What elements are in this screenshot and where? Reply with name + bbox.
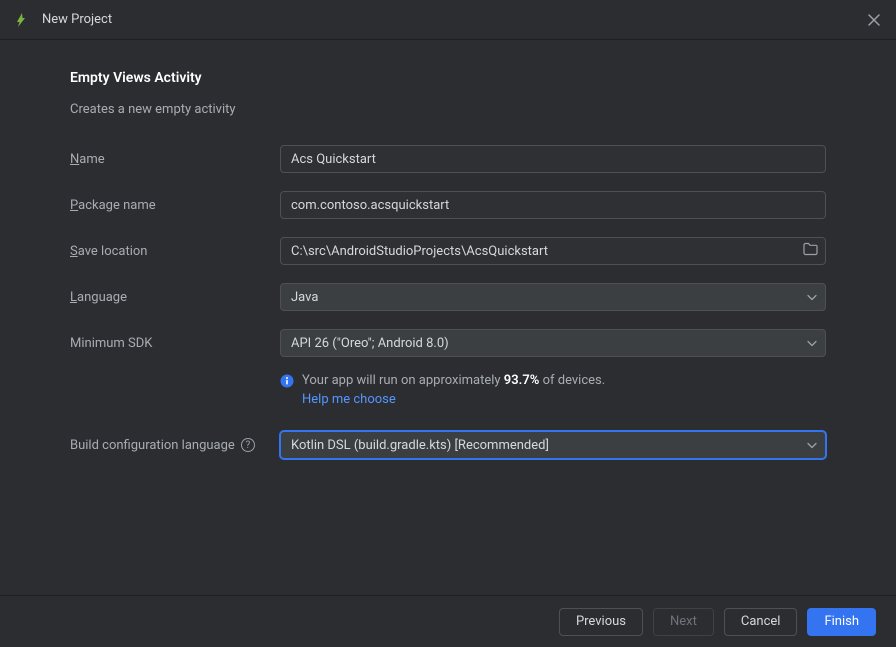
label-package-name: Package name	[70, 198, 280, 213]
chevron-down-icon	[807, 290, 817, 305]
android-studio-icon	[14, 12, 30, 28]
dialog-body: Empty Views Activity Creates a new empty…	[0, 40, 896, 595]
row-language: Language Java	[70, 283, 826, 311]
browse-folder-icon[interactable]	[803, 243, 818, 260]
build-config-language-value: Kotlin DSL (build.gradle.kts) [Recommend…	[291, 438, 549, 453]
save-location-input[interactable]	[280, 237, 826, 265]
chevron-down-icon	[807, 336, 817, 351]
row-name: Name	[70, 145, 826, 173]
row-package-name: Package name	[70, 191, 826, 219]
close-icon[interactable]	[866, 12, 882, 28]
dialog-footer: Previous Next Cancel Finish	[0, 595, 896, 647]
label-name: Name	[70, 152, 280, 167]
package-name-input[interactable]	[280, 191, 826, 219]
info-icon	[280, 374, 294, 392]
cancel-button[interactable]: Cancel	[724, 608, 798, 636]
dialog-window: New Project Empty Views Activity Creates…	[0, 0, 896, 647]
language-value: Java	[291, 290, 318, 305]
name-input[interactable]	[280, 145, 826, 173]
finish-button[interactable]: Finish	[807, 608, 876, 636]
row-save-location: Save location	[70, 237, 826, 265]
label-build-config-language: Build configuration language?	[70, 438, 280, 453]
minimum-sdk-value: API 26 ("Oreo"; Android 8.0)	[291, 336, 449, 351]
row-sdk-info: Your app will run on approximately 93.7%…	[70, 371, 826, 407]
sdk-coverage-text: Your app will run on approximately 93.7%…	[302, 373, 605, 388]
page-subtitle: Creates a new empty activity	[70, 102, 826, 117]
build-config-language-select[interactable]: Kotlin DSL (build.gradle.kts) [Recommend…	[280, 431, 826, 459]
label-minimum-sdk: Minimum SDK	[70, 336, 280, 351]
label-save-location: Save location	[70, 244, 280, 259]
help-me-choose-link[interactable]: Help me choose	[302, 392, 605, 407]
window-title: New Project	[42, 12, 112, 27]
chevron-down-icon	[807, 438, 817, 453]
minimum-sdk-select[interactable]: API 26 ("Oreo"; Android 8.0)	[280, 329, 826, 357]
language-select[interactable]: Java	[280, 283, 826, 311]
titlebar: New Project	[0, 0, 896, 40]
label-language: Language	[70, 290, 280, 305]
previous-button[interactable]: Previous	[559, 608, 643, 636]
row-minimum-sdk: Minimum SDK API 26 ("Oreo"; Android 8.0)	[70, 329, 826, 357]
row-build-config-language: Build configuration language? Kotlin DSL…	[70, 431, 826, 459]
next-button: Next	[653, 608, 714, 636]
help-icon[interactable]: ?	[241, 438, 255, 452]
page-title: Empty Views Activity	[70, 70, 826, 86]
